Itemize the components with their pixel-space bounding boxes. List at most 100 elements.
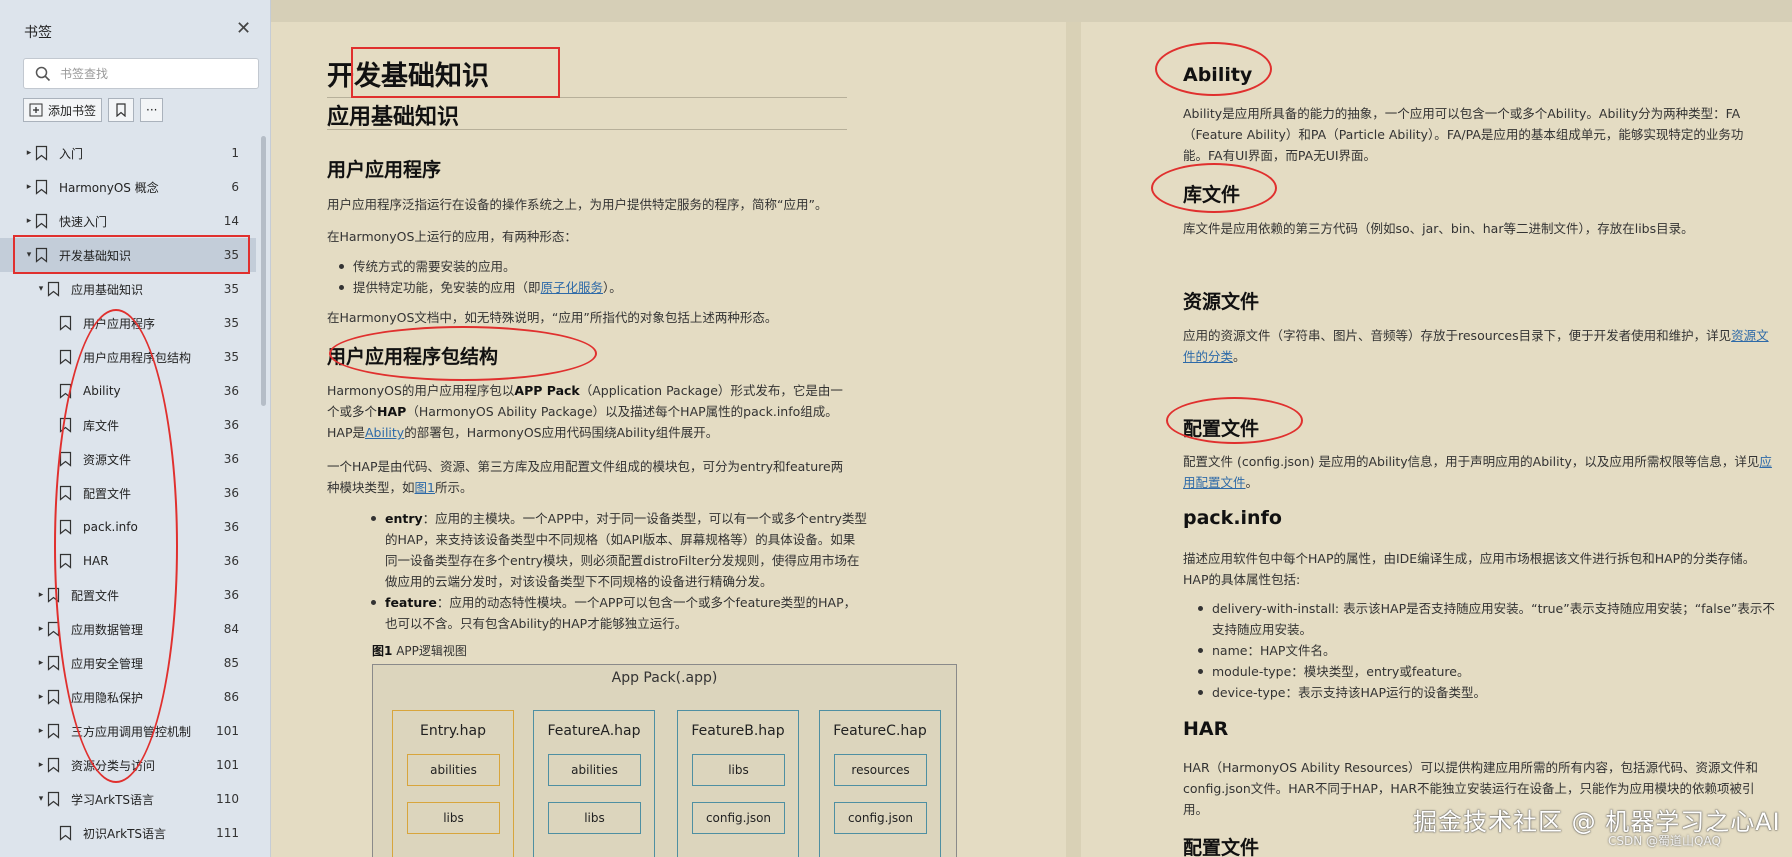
chevron-right-icon[interactable]: ▸ <box>36 590 46 600</box>
chevron-right-icon[interactable]: ▸ <box>36 692 46 702</box>
watermark-sub: CSDN @蜀道山QAQ <box>1608 834 1721 848</box>
chevron-right-icon[interactable]: ▸ <box>36 726 46 736</box>
module-name: FeatureA.hap <box>547 723 641 739</box>
figure-caption-text: APP逻辑视图 <box>396 644 467 658</box>
sidebar-item-label: 应用基础知识 <box>71 282 144 297</box>
sidebar-item-page: 36 <box>223 418 239 432</box>
sidebar-item-label: 快速入门 <box>59 214 108 229</box>
module-name: Entry.hap <box>419 723 487 739</box>
sidebar-item-page: 84 <box>223 622 239 636</box>
sidebar-item[interactable]: ▸ 入门 1 <box>0 136 256 170</box>
more-options-button[interactable]: ··· <box>140 98 164 122</box>
list-item-text: ：应用的主模块。一个APP中，对于同一设备类型，可以有一个或多个entry类型的… <box>385 511 867 589</box>
figure-1-link[interactable]: 图1 <box>415 480 435 495</box>
list-item: 提供特定功能，免安装的应用（即原子化服务）。 <box>337 277 847 298</box>
list-item: device-type：表示支持该HAP运行的设备类型。 <box>1196 682 1776 703</box>
bookmark-icon <box>47 791 60 807</box>
sidebar-item-page: 6 <box>231 180 239 194</box>
module-featurec-hap: FeatureC.hap resources config.json <box>819 710 941 857</box>
module-name: FeatureC.hap <box>833 723 927 739</box>
annotation-ellipse <box>1151 163 1277 213</box>
paragraph: 一个HAP是由代码、资源、第三方库及应用配置文件组成的模块包，可分为entry和… <box>327 456 847 498</box>
section-title: 应用基础知识 <box>327 105 460 130</box>
sidebar-item-page: 35 <box>223 282 239 296</box>
annotation-rectangle <box>351 47 560 98</box>
list-item-text: ：应用的动态特性模块。一个APP可以包含一个或多个feature类型的HAP，也… <box>385 595 857 631</box>
sidebar-item-page: 85 <box>223 656 239 670</box>
annotation-rectangle <box>13 235 250 274</box>
sidebar-item[interactable]: ▸ HarmonyOS 概念 6 <box>0 170 256 204</box>
bookmark-icon <box>59 349 72 365</box>
text: 。 <box>1233 349 1246 364</box>
sidebar-item-label: 学习ArkTS语言 <box>71 792 155 807</box>
chevron-right-icon[interactable]: ▸ <box>36 658 46 668</box>
module-featurea-hap: FeatureA.hap abilities libs <box>533 710 655 857</box>
sidebar-item-page: 110 <box>216 792 239 806</box>
bookmark-icon <box>47 757 60 773</box>
text: 应用的资源文件（字符串、图片、音频等）存放于resources目录下，便于开发者… <box>1183 328 1732 343</box>
paragraph: 应用的资源文件（字符串、图片、音频等）存放于resources目录下，便于开发者… <box>1183 325 1773 367</box>
bookmark-view-button[interactable] <box>108 98 135 122</box>
chevron-right-icon[interactable]: ▸ <box>24 216 34 226</box>
figure-label: 图1 <box>372 644 393 658</box>
sidebar-item-page: 36 <box>223 554 239 568</box>
sidebar-scrollbar[interactable] <box>261 136 266 406</box>
subsection-title-har: HAR <box>1183 718 1229 740</box>
sidebar-item[interactable]: ▾ 应用基础知识 35 <box>0 272 256 306</box>
sidebar-item[interactable]: ▸ 快速入门 14 <box>0 204 256 238</box>
text: 一个HAP是由代码、资源、第三方库及应用配置文件组成的模块包，可分为entry和… <box>327 459 844 495</box>
module-cell: abilities <box>548 754 641 786</box>
subsection-title-resources: 资源文件 <box>1183 291 1260 313</box>
sidebar-item-page: 101 <box>216 758 239 772</box>
sidebar-item[interactable]: 初识ArkTS语言 111 <box>0 816 256 850</box>
subsection-title-packinfo: pack.info <box>1183 507 1282 529</box>
subsection-title-user-app: 用户应用程序 <box>327 159 442 181</box>
pack-attribute-list: delivery-with-install: 表示该HAP是否支持随应用安装。“… <box>1196 598 1776 703</box>
paragraph: 在HarmonyOS文档中，如无特殊说明，“应用”所指代的对象包括上述两种形态。 <box>327 310 778 325</box>
bookmark-search-input[interactable] <box>60 64 250 84</box>
sidebar-item-page: 14 <box>223 214 239 228</box>
sidebar-item-page: 36 <box>223 384 239 398</box>
paragraph: 库文件是应用依赖的第三方代码（例如so、jar、bin、har等二进制文件），存… <box>1183 221 1694 236</box>
sidebar-item-page: 1 <box>231 146 239 160</box>
sidebar-title: 书签 <box>24 25 52 41</box>
paragraph: HarmonyOS的用户应用程序包以APP Pack（Application P… <box>327 380 847 443</box>
annotation-ellipse <box>1155 42 1272 96</box>
module-name: FeatureB.hap <box>691 723 785 739</box>
text-bold: HAP <box>377 404 407 419</box>
text-bold: APP Pack <box>514 383 580 398</box>
bookmark-icon <box>35 213 48 229</box>
bookmark-icon <box>47 655 60 671</box>
chevron-right-icon[interactable]: ▸ <box>24 182 34 192</box>
term-entry: entry <box>385 511 423 526</box>
chevron-right-icon[interactable]: ▸ <box>36 624 46 634</box>
sidebar-item-page: 36 <box>223 452 239 466</box>
module-cell: config.json <box>692 802 785 834</box>
sidebar-item-page: 36 <box>223 486 239 500</box>
add-bookmark-button[interactable]: 添加书签 <box>23 98 103 122</box>
bookmark-search-box[interactable] <box>23 58 259 89</box>
list-item-text: 提供特定功能，免安装的应用（即 <box>353 280 541 295</box>
app-logical-view-figure: App Pack(.app) Entry.hap abilities libs … <box>372 664 957 857</box>
close-icon[interactable]: ✕ <box>236 19 251 39</box>
chevron-right-icon[interactable]: ▸ <box>24 148 34 158</box>
bullet-list: 传统方式的需要安装的应用。 提供特定功能，免安装的应用（即原子化服务）。 <box>337 256 847 298</box>
figure-title: App Pack(.app) <box>611 670 718 686</box>
sidebar-item-page: 36 <box>223 520 239 534</box>
module-cell: libs <box>692 754 785 786</box>
module-type-list: entry：应用的主模块。一个APP中，对于同一设备类型，可以有一个或多个ent… <box>369 508 867 634</box>
module-cell: libs <box>548 802 641 834</box>
chevron-right-icon[interactable]: ▸ <box>36 760 46 770</box>
annotation-ellipse <box>1166 397 1303 444</box>
chevron-down-icon[interactable]: ▾ <box>36 794 46 804</box>
sidebar-item-page: 36 <box>223 588 239 602</box>
ability-link[interactable]: Ability <box>365 425 404 440</box>
module-entry-hap: Entry.hap abilities libs <box>392 710 514 857</box>
module-featureb-hap: FeatureB.hap libs config.json <box>677 710 799 857</box>
sidebar-item[interactable]: ▾ 学习ArkTS语言 110 <box>0 782 256 816</box>
atomic-service-link[interactable]: 原子化服务 <box>541 280 604 295</box>
annotation-ellipse <box>329 326 597 381</box>
bookmark-icon <box>35 179 48 195</box>
chevron-down-icon[interactable]: ▾ <box>36 284 46 294</box>
heading-rule <box>327 129 847 130</box>
